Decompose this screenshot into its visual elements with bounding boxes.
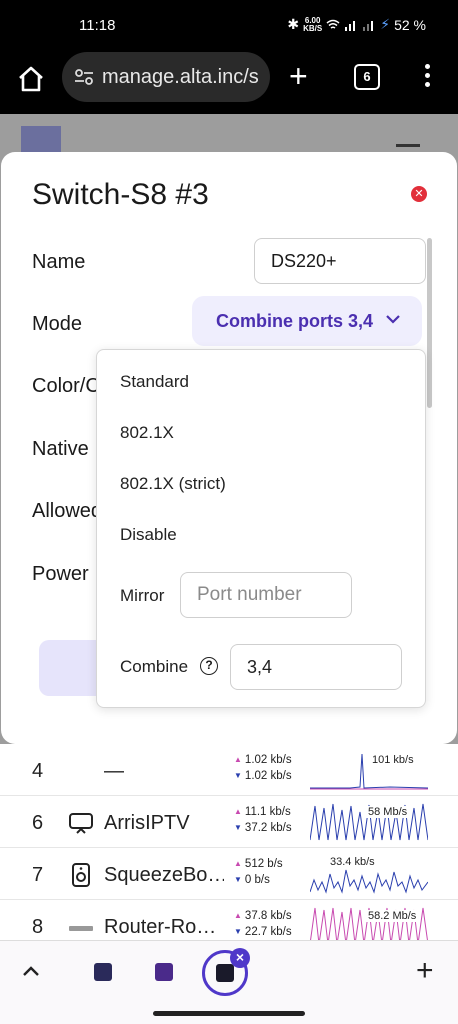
port-number: 6 [32,812,44,834]
device-name: ArrisIPTV [104,812,190,834]
status-bar: 11:18 ✱ 6.00 KB/S ⚡ 52 % [0,0,458,50]
signal-2-icon [363,20,374,31]
combine-label[interactable]: Combine [120,657,188,677]
modal-title: Switch-S8 #3 [32,178,209,211]
mode-value: Combine ports 3,4 [216,311,374,331]
port-number: 8 [32,916,44,938]
table-row[interactable]: 7 SqueezeBo… 512 b/s0 b/s 33.4 kb/s [0,848,458,900]
device-name: Router-Ro… [104,916,217,938]
scrollbar[interactable] [427,238,432,408]
combine-ports-input[interactable]: 3,4 [230,644,402,690]
hamburger-icon [396,144,420,147]
site-settings-icon[interactable] [74,68,94,86]
port-list: 4 — 1.02 kb/s1.02 kb/s 101 kb/s 6 ArrisI… [0,744,458,952]
bluetooth-icon: ✱ [287,16,300,32]
native-vlan-label: Native [32,438,89,460]
address-bar[interactable]: manage.alta.inc/s [62,52,270,102]
peak-rate: 101 kb/s [370,754,416,766]
close-icon[interactable]: ✕ [411,186,427,202]
device-name: — [104,760,124,782]
chevron-up-icon[interactable] [22,963,40,981]
mode-label: Mode [32,313,83,335]
peak-rate: 58 Mb/s [366,806,410,818]
status-icons: ✱ 6.00 KB/S ⚡ 52 % [287,16,426,33]
device-name: SqueezeBo… [104,864,224,886]
tab-switcher-button[interactable]: 6 [354,64,380,90]
add-tab-button[interactable]: + [416,956,434,986]
peak-rate: 58.2 Mb/s [366,910,419,922]
table-row[interactable]: 6 ArrisIPTV 11.1 kb/s37.2 kb/s 58 Mb/s [0,796,458,848]
option-8021x-strict[interactable]: 802.1X (strict) [120,474,226,494]
mode-dropdown-menu: Standard 802.1X 802.1X (strict) Disable … [96,349,426,708]
new-tab-button[interactable]: + [289,60,308,92]
home-icon[interactable] [16,64,46,94]
help-icon[interactable]: ? [200,657,218,675]
tab-favicon-icon[interactable] [155,963,173,981]
option-disable[interactable]: Disable [120,525,177,545]
charging-icon: ⚡ [380,16,391,32]
more-menu-icon[interactable] [425,64,431,90]
mode-select[interactable]: Combine ports 3,4 [192,296,422,346]
browser-toolbar: manage.alta.inc/s + 6 [0,50,458,114]
name-label: Name [32,251,86,273]
option-8021x[interactable]: 802.1X [120,423,174,443]
tab-favicon-icon[interactable] [94,963,112,981]
wifi-icon [326,19,340,29]
port-number: 7 [32,864,44,886]
gesture-bar[interactable] [153,1011,305,1016]
chevron-down-icon [386,315,400,324]
table-row[interactable]: 4 — 1.02 kb/s1.02 kb/s 101 kb/s [0,744,458,796]
tab-favicon-icon [216,964,234,982]
signal-icon [345,20,356,31]
speaker-icon [72,863,90,887]
port-rates: 1.02 kb/s1.02 kb/s [234,752,292,784]
port-rates: 37.8 kb/s22.7 kb/s [234,908,292,940]
net-speed: 6.00 KB/S [303,15,323,33]
close-tab-icon[interactable]: × [230,948,250,968]
url-text: manage.alta.inc/s [102,66,259,88]
port-number: 4 [32,760,44,782]
mirror-label[interactable]: Mirror [120,586,164,606]
peak-rate: 33.4 kb/s [328,856,377,868]
color-label: Color/C [32,375,100,397]
option-standard[interactable]: Standard [120,372,189,392]
port-rates: 512 b/s0 b/s [234,856,283,888]
port-rates: 11.1 kb/s37.2 kb/s [234,804,292,836]
tv-icon [69,813,93,834]
allowed-vlans-label: Allowed [32,500,103,522]
clock: 11:18 [79,17,116,34]
router-icon [69,926,93,931]
mirror-port-input[interactable]: Port number [180,572,352,618]
battery-level: 52 % [394,16,426,33]
name-input[interactable]: DS220+ [254,238,426,284]
power-label: Power [32,563,89,585]
